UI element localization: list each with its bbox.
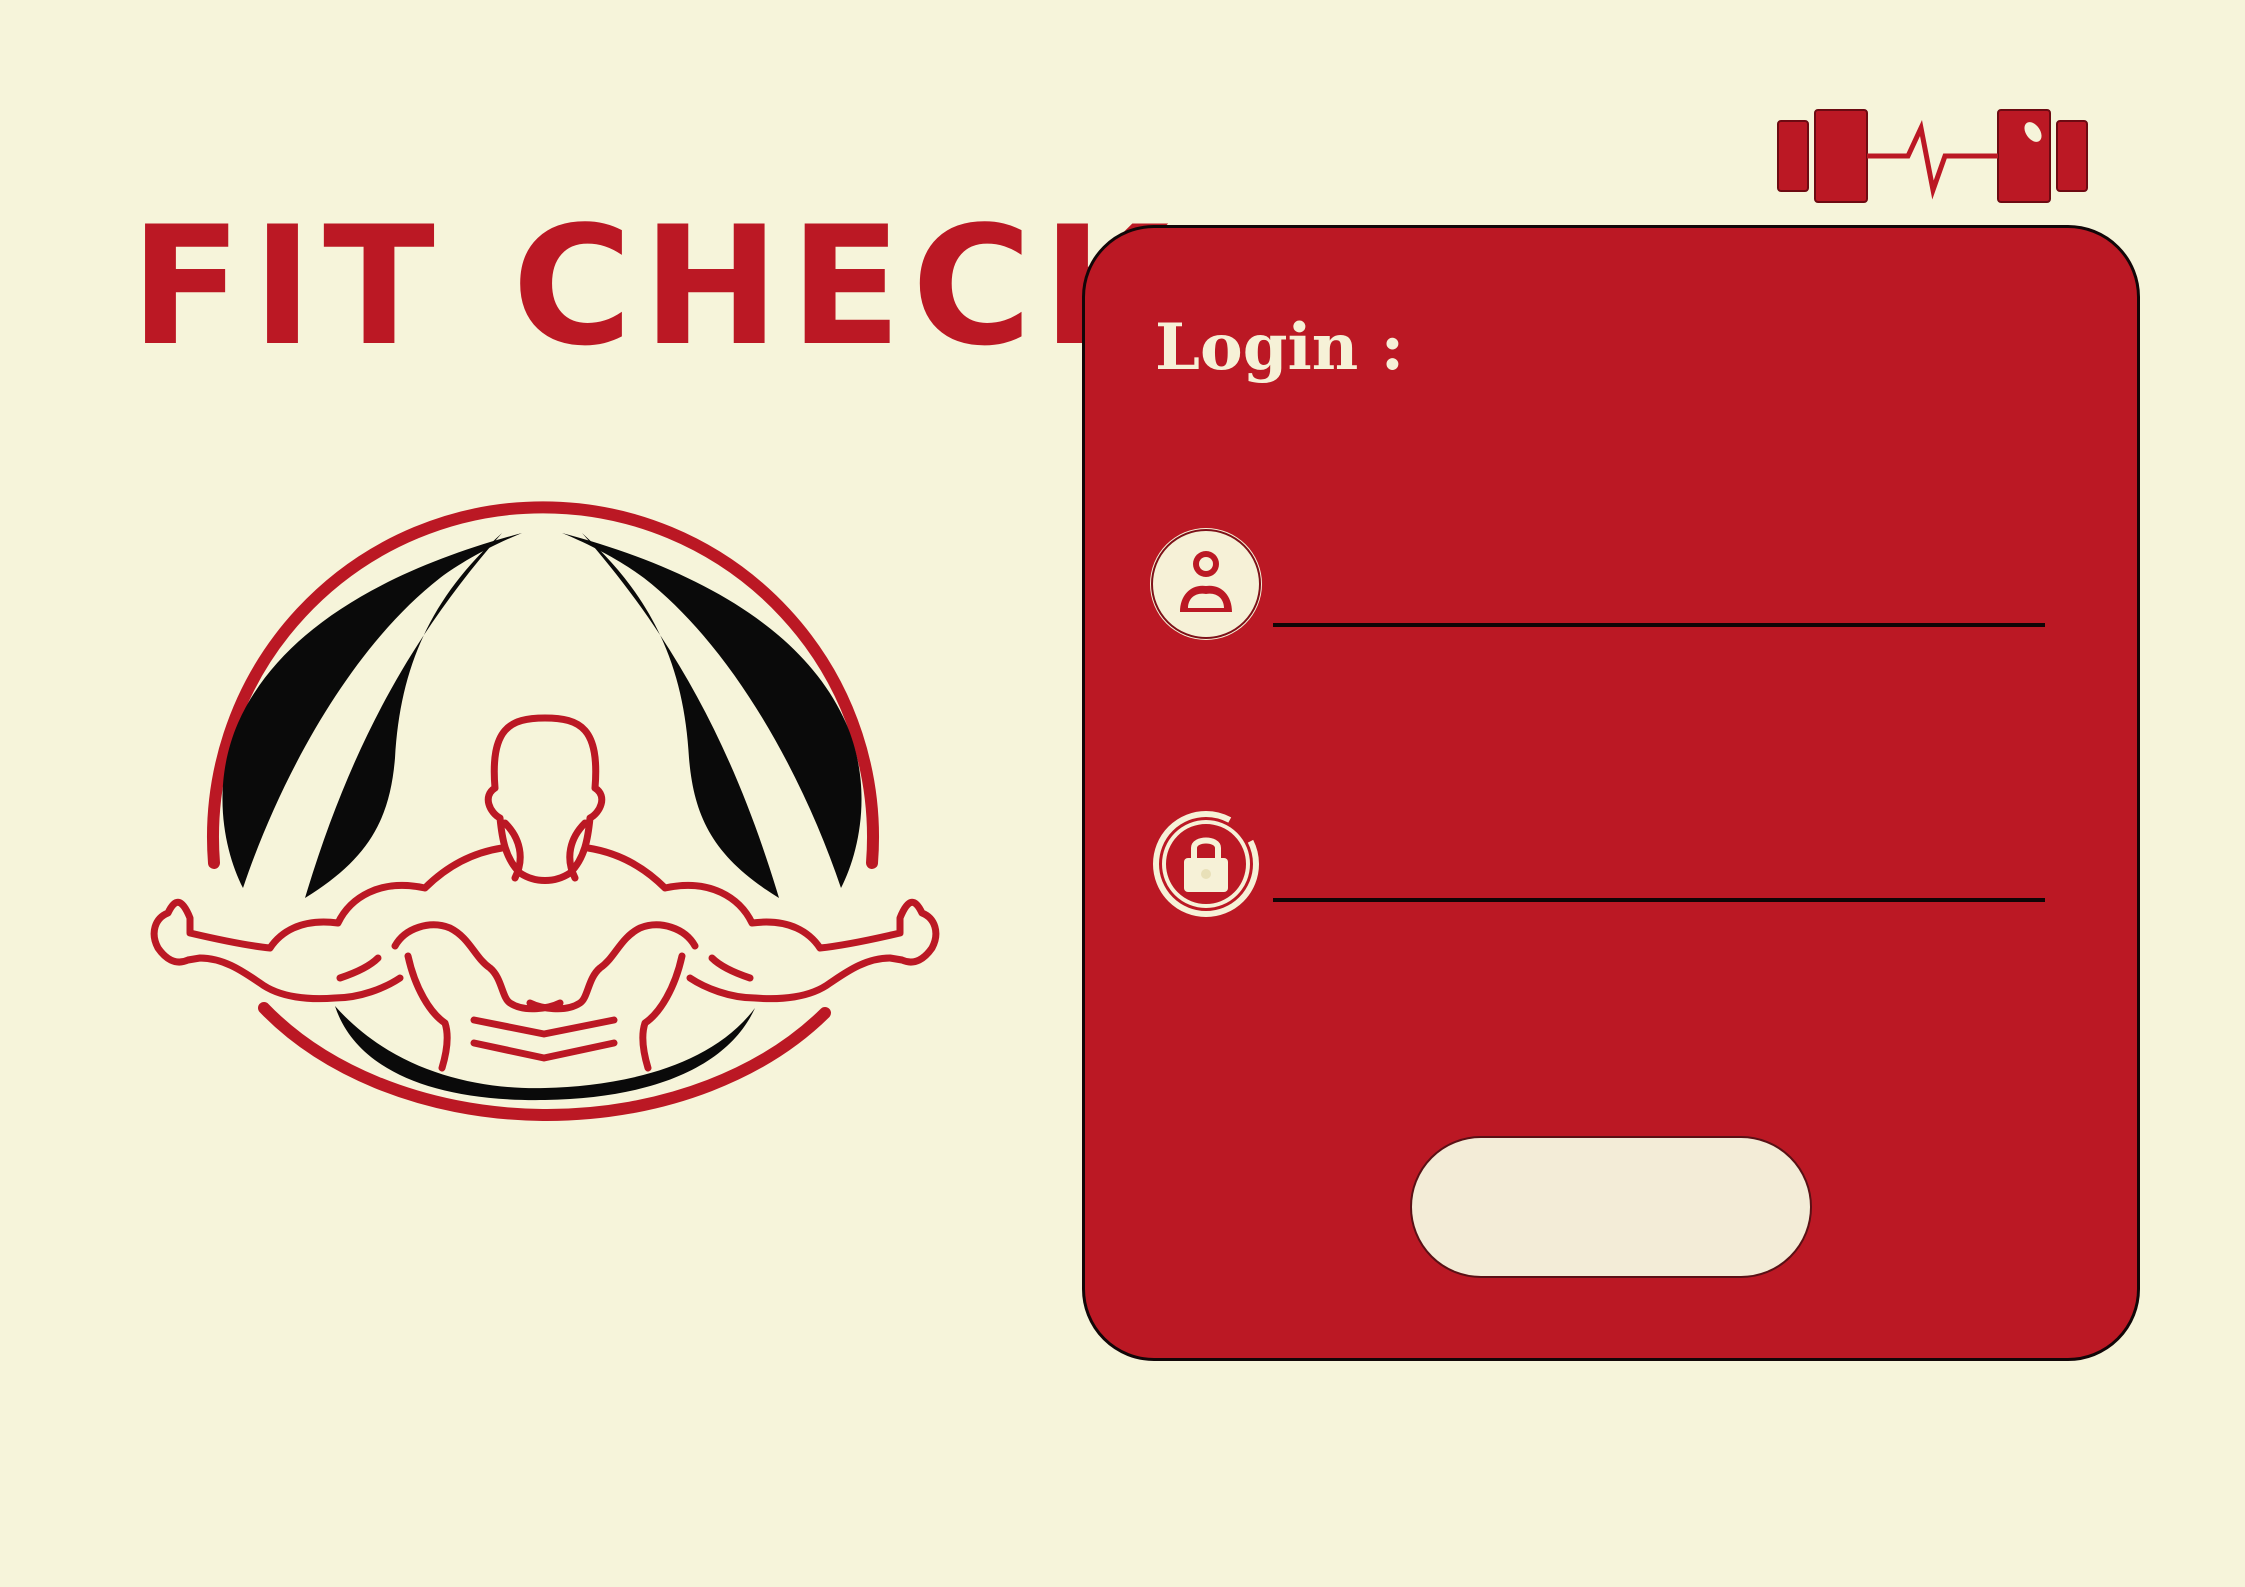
lock-icon (1150, 808, 1262, 920)
login-panel: Login : (1082, 225, 2140, 1361)
username-input[interactable] (1273, 583, 2045, 627)
login-submit-button[interactable] (1410, 1136, 1812, 1278)
muscleman-laurel-emblem (130, 478, 970, 1188)
login-label: Login : (1155, 310, 1405, 385)
user-icon (1150, 528, 1262, 640)
password-input[interactable] (1273, 858, 2045, 902)
app-title: FIT CHECK (130, 191, 1180, 382)
dumbbell-heartbeat-icon (1775, 108, 2090, 208)
